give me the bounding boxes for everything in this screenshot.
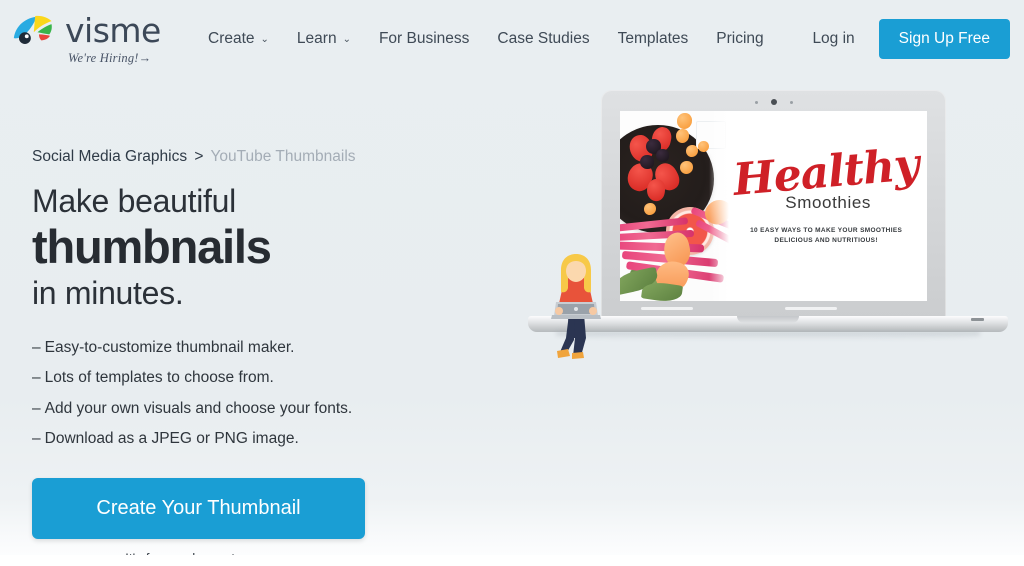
- main-nav: Create ⌄ Learn ⌄ For Business Case Studi…: [194, 22, 778, 56]
- camera-lens-icon: [770, 99, 777, 105]
- headline-line-2: thumbnails: [32, 220, 272, 274]
- dash-bullet-icon: –: [32, 399, 41, 417]
- nav-label: Templates: [617, 30, 689, 47]
- list-item: – Lots of templates to choose from.: [32, 369, 520, 387]
- nav-item-templates[interactable]: Templates: [604, 22, 703, 56]
- nav-item-for-business[interactable]: For Business: [365, 22, 483, 56]
- breadcrumb: Social Media Graphics > YouTube Thumbnai…: [32, 148, 520, 166]
- kumquat-shape: [677, 113, 692, 129]
- brand-row: visme: [12, 13, 161, 47]
- smoothie-food-photo: [620, 111, 730, 301]
- hero-section: Social Media Graphics > YouTube Thumbnai…: [0, 78, 1024, 566]
- chevron-down-icon: ⌄: [260, 34, 269, 45]
- laptop-lid: Healthy Smoothies 10 EASY WAYS TO MAKE Y…: [601, 90, 946, 318]
- hero-copy: Social Media Graphics > YouTube Thumbnai…: [0, 78, 520, 566]
- feature-text: Add your own visuals and choose your fon…: [44, 399, 353, 417]
- laptop-base-notch: [737, 316, 799, 323]
- woman-with-laptop-illustration: [551, 254, 601, 359]
- headline-line-1: Make beautiful: [32, 183, 236, 219]
- brand-wordmark: visme: [65, 11, 161, 50]
- slide-tagline: 10 EASY WAYS TO MAKE YOUR SMOOTHIES DELI…: [750, 226, 902, 247]
- nav-label: Case Studies: [497, 30, 590, 47]
- laptop-screen: Healthy Smoothies 10 EASY WAYS TO MAKE Y…: [620, 111, 927, 301]
- brand-logo[interactable]: visme We're Hiring!→: [12, 13, 164, 66]
- laptop-port: [971, 318, 984, 321]
- laptop-shadow: [556, 331, 980, 340]
- arrow-right-icon: →: [138, 50, 152, 65]
- slide-tagline-line-2: DELICIOUS AND NUTRITIOUS!: [774, 237, 878, 245]
- feature-list: – Easy-to-customize thumbnail maker. – Lot…: [32, 339, 520, 449]
- nav-label: Learn: [296, 30, 337, 47]
- nav-item-learn[interactable]: Learn ⌄: [283, 22, 365, 56]
- laptop-lid-foot: [785, 307, 837, 310]
- dash-bullet-icon: –: [32, 369, 41, 387]
- signup-free-button[interactable]: Sign Up Free: [878, 19, 1010, 59]
- hero-artwork: Healthy Smoothies 10 EASY WAYS TO MAKE Y…: [520, 78, 1024, 566]
- list-item: – Add your own visuals and choose your fo…: [32, 400, 520, 418]
- slide-title: Healthy: [731, 138, 921, 206]
- slide-text-block: Healthy Smoothies 10 EASY WAYS TO MAKE Y…: [729, 111, 927, 301]
- chevron-down-icon: ⌄: [342, 34, 351, 45]
- headline-line-3: in minutes.: [32, 274, 184, 311]
- nav-item-pricing[interactable]: Pricing: [702, 22, 777, 56]
- dash-bullet-icon: –: [32, 338, 41, 356]
- were-hiring-label: We're Hiring!: [68, 50, 139, 65]
- feature-text: Lots of templates to choose from.: [44, 369, 274, 387]
- laptop-lid-foot: [641, 307, 693, 310]
- laptop-mockup: Healthy Smoothies 10 EASY WAYS TO MAKE Y…: [528, 80, 1008, 380]
- header-actions: Log in Sign Up Free: [796, 19, 1010, 59]
- nav-label: Create: [208, 30, 255, 47]
- breadcrumb-separator: >: [194, 148, 204, 165]
- login-link[interactable]: Log in: [796, 22, 870, 56]
- page-title: Make beautiful thumbnails in minutes.: [32, 182, 520, 313]
- kumquat-shape: [698, 141, 709, 152]
- nav-item-create[interactable]: Create ⌄: [194, 22, 283, 56]
- laptop-camera-row: [601, 99, 946, 105]
- dash-bullet-icon: –: [32, 430, 41, 448]
- photo-fade-overlay: [709, 111, 730, 301]
- breadcrumb-current: YouTube Thumbnails: [210, 148, 356, 165]
- nav-label: Pricing: [716, 30, 764, 47]
- nav-item-case-studies[interactable]: Case Studies: [483, 22, 603, 56]
- blackberry-shape: [640, 155, 654, 169]
- nav-label: For Business: [378, 30, 470, 47]
- blackberry-shape: [656, 149, 669, 162]
- sensor-dot-icon: [754, 100, 758, 104]
- sensor-dot-icon: [789, 100, 793, 104]
- create-your-thumbnail-button[interactable]: Create Your Thumbnail: [32, 478, 365, 540]
- site-header: visme We're Hiring!→ Create ⌄ Learn ⌄ Fo…: [0, 0, 1024, 78]
- list-item: – Easy-to-customize thumbnail maker.: [32, 339, 520, 357]
- feature-text: Easy-to-customize thumbnail maker.: [44, 338, 295, 356]
- feature-text: Download as a JPEG or PNG image.: [44, 430, 299, 448]
- list-item: – Download as a JPEG or PNG image.: [32, 430, 520, 448]
- were-hiring-link[interactable]: We're Hiring!→: [68, 51, 151, 66]
- breadcrumb-parent-link[interactable]: Social Media Graphics: [32, 148, 187, 165]
- page-bottom-divider: [0, 555, 1024, 566]
- slide-tagline-line-1: 10 EASY WAYS TO MAKE YOUR SMOOTHIES: [750, 226, 903, 234]
- visme-chameleon-logo-icon: [13, 15, 52, 44]
